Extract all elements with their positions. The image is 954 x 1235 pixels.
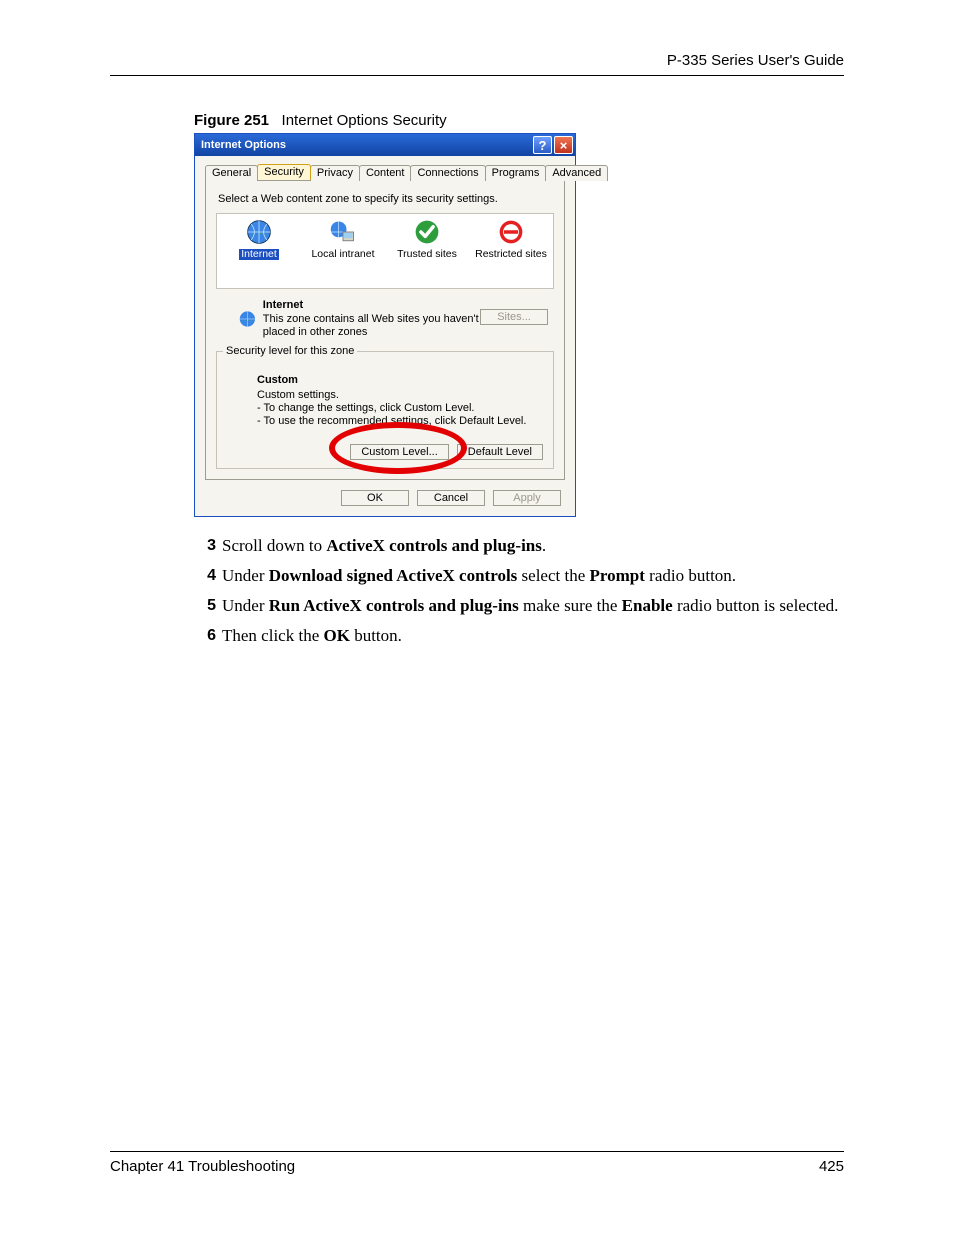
trusted-icon <box>413 218 441 246</box>
globe-icon <box>238 305 257 333</box>
ok-button[interactable]: OK <box>341 490 409 506</box>
figure-number: Figure 251 <box>194 112 269 129</box>
zone-local-intranet[interactable]: Local intranet <box>303 218 383 260</box>
close-button[interactable]: × <box>554 136 573 154</box>
zone-internet-label: Internet <box>239 249 279 260</box>
tab-programs[interactable]: Programs <box>485 165 547 181</box>
zone-local-intranet-label: Local intranet <box>311 249 374 260</box>
security-level-fieldset: Security level for this zone Custom Cust… <box>216 351 554 469</box>
instruction-steps: 3 Scroll down to ActiveX controls and pl… <box>194 535 844 647</box>
step-number: 5 <box>194 595 222 617</box>
tab-general[interactable]: General <box>205 165 258 181</box>
cancel-button[interactable]: Cancel <box>417 490 485 506</box>
internet-options-dialog: Internet Options ? × General Security Pr… <box>194 133 576 517</box>
zone-description: Internet This zone contains all Web site… <box>263 299 480 339</box>
tab-strip: General Security Privacy Content Connect… <box>205 164 565 180</box>
custom-level-button[interactable]: Custom Level... <box>350 444 448 460</box>
window-title: Internet Options <box>201 139 533 151</box>
tab-content[interactable]: Content <box>359 165 412 181</box>
tab-panel-security: Select a Web content zone to specify its… <box>205 180 565 480</box>
tab-connections[interactable]: Connections <box>410 165 485 181</box>
level-line-0: Custom settings. <box>257 389 339 401</box>
footer-chapter: Chapter 41 Troubleshooting <box>110 1158 295 1175</box>
default-level-button[interactable]: Default Level <box>457 444 543 460</box>
zone-trusted-sites-label: Trusted sites <box>397 249 457 260</box>
intranet-icon <box>329 218 357 246</box>
zone-restricted-sites[interactable]: Restricted sites <box>471 218 551 260</box>
step-text: Under Run ActiveX controls and plug-ins … <box>222 595 844 617</box>
step-6: 6 Then click the OK button. <box>194 625 844 647</box>
selected-zone-desc: This zone contains all Web sites you hav… <box>263 313 479 338</box>
globe-icon <box>245 218 273 246</box>
step-5: 5 Under Run ActiveX controls and plug-in… <box>194 595 844 617</box>
zone-restricted-sites-label: Restricted sites <box>475 249 547 260</box>
tab-privacy[interactable]: Privacy <box>310 165 360 181</box>
level-line-2: - To use the recommended settings, click… <box>257 415 526 427</box>
step-3: 3 Scroll down to ActiveX controls and pl… <box>194 535 844 557</box>
zone-trusted-sites[interactable]: Trusted sites <box>387 218 467 260</box>
close-icon: × <box>560 138 568 153</box>
figure-caption: Figure 251 Internet Options Security <box>194 112 844 129</box>
step-number: 3 <box>194 535 222 557</box>
step-text: Scroll down to ActiveX controls and plug… <box>222 535 844 557</box>
sites-button[interactable]: Sites... <box>480 309 548 325</box>
page-header: P-335 Series User's Guide <box>110 52 844 76</box>
step-text: Then click the OK button. <box>222 625 844 647</box>
help-button[interactable]: ? <box>533 136 552 154</box>
zone-list[interactable]: Internet Local intranet <box>216 213 554 289</box>
step-number: 6 <box>194 625 222 647</box>
tab-security[interactable]: Security <box>257 164 311 180</box>
level-line-1: - To change the settings, click Custom L… <box>257 402 474 414</box>
step-4: 4 Under Download signed ActiveX controls… <box>194 565 844 587</box>
apply-button[interactable]: Apply <box>493 490 561 506</box>
level-title: Custom <box>257 374 543 387</box>
selected-zone-title: Internet <box>263 299 480 312</box>
tab-advanced[interactable]: Advanced <box>545 165 608 181</box>
step-text: Under Download signed ActiveX controls s… <box>222 565 844 587</box>
security-level-text: Custom Custom settings. - To change the … <box>257 374 543 428</box>
titlebar[interactable]: Internet Options ? × <box>195 134 575 156</box>
figure-title: Internet Options Security <box>282 112 447 129</box>
zone-instruction: Select a Web content zone to specify its… <box>218 193 554 205</box>
restricted-icon <box>497 218 525 246</box>
page-footer: Chapter 41 Troubleshooting 425 <box>110 1151 844 1175</box>
help-icon: ? <box>539 138 547 153</box>
step-number: 4 <box>194 565 222 587</box>
zone-internet[interactable]: Internet <box>219 218 299 260</box>
fieldset-legend: Security level for this zone <box>223 345 357 357</box>
footer-page-number: 425 <box>819 1158 844 1175</box>
